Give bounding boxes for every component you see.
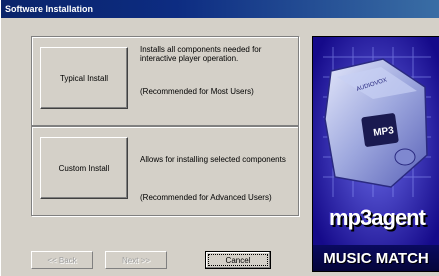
- installer-window: Software Installation Typical Install In…: [0, 0, 439, 276]
- typical-description: Installs all components needed for inter…: [140, 45, 262, 63]
- cancel-button[interactable]: Cancel: [205, 251, 271, 269]
- title-bar[interactable]: Software Installation: [1, 0, 439, 18]
- custom-install-group: Custom Install Allows for installing sel…: [31, 126, 299, 216]
- back-button[interactable]: << Back: [31, 251, 93, 269]
- window-title: Software Installation: [5, 4, 94, 14]
- custom-install-button[interactable]: Custom Install: [40, 137, 128, 199]
- mp3-player-illustration: AUDIOVOX MP3: [313, 37, 439, 271]
- custom-recommendation: (Recommended for Advanced Users): [140, 193, 272, 202]
- next-button[interactable]: Next >>: [105, 251, 167, 269]
- promo-banner: AUDIOVOX MP3 mp3agent MUSIC MATCH: [312, 36, 439, 272]
- typical-recommendation: (Recommended for Most Users): [140, 87, 254, 96]
- typical-install-button[interactable]: Typical Install: [40, 47, 128, 109]
- musicmatch-logo: MUSIC MATCH: [313, 245, 439, 271]
- custom-description: Allows for installing selected component…: [140, 155, 286, 164]
- typical-install-group: Typical Install Installs all components …: [31, 36, 299, 126]
- mp3agent-logo: mp3agent: [329, 205, 426, 230]
